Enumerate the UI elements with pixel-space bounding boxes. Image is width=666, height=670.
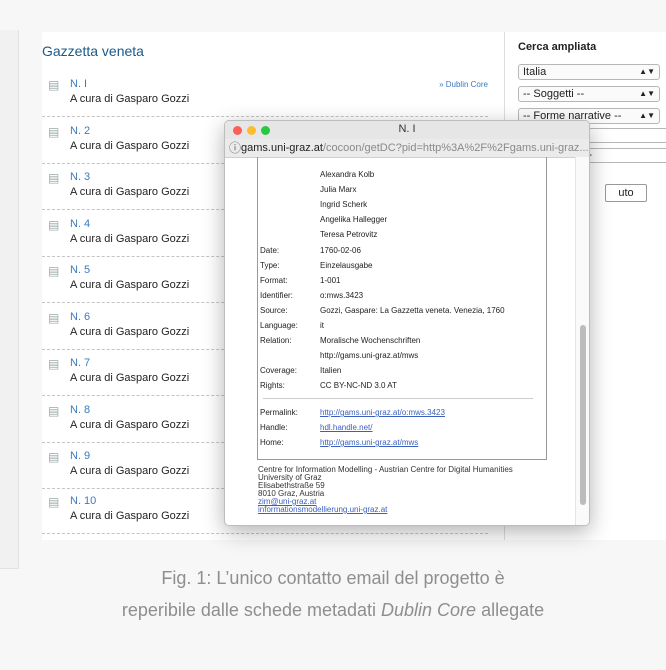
issue-editor: A cura di Gasparo Gozzi — [70, 233, 190, 245]
document-icon: ▤ — [48, 264, 60, 278]
caption-text: allegate — [476, 600, 545, 620]
issue-editor: A cura di Gasparo Gozzi — [70, 279, 190, 291]
divider — [42, 533, 488, 534]
contributor: Ingrid Scherk — [320, 200, 368, 209]
relation-url: http://gams.uni-graz.at/mws — [320, 351, 419, 360]
language-label: Language: — [260, 321, 298, 330]
issue-editor: A cura di Gasparo Gozzi — [70, 419, 190, 431]
divider — [42, 116, 488, 117]
issue-editor: A cura di Gasparo Gozzi — [70, 465, 190, 477]
contributor: Julia Marx — [320, 185, 357, 194]
coverage-value: Italien — [320, 366, 342, 375]
subjects-select[interactable]: -- Soggetti -- ▲▼ — [518, 86, 660, 102]
url-path: /cocoon/getDC?pid=http%3A%2F%2Fgams.uni-… — [322, 142, 590, 154]
home-link[interactable]: http://gams.uni-graz.at/mws — [320, 438, 418, 447]
select-value: -- Soggetti -- — [523, 88, 585, 100]
issue-editor: A cura di Gasparo Gozzi — [70, 510, 190, 522]
url-host: gams.uni-graz.at — [241, 142, 323, 154]
rights-value: CC BY-NC-ND 3.0 AT — [320, 381, 397, 390]
document-icon: ▤ — [48, 404, 60, 418]
sidebar-title: Cerca ampliata — [518, 41, 597, 53]
handle-link[interactable]: hdl.handle.net/ — [320, 423, 373, 432]
issue-link[interactable]: N. 7 — [70, 357, 90, 369]
document-icon: ▤ — [48, 357, 60, 371]
date-label: Date: — [260, 246, 280, 255]
issue-link[interactable]: N. 3 — [70, 171, 90, 183]
format-value: 1-001 — [320, 276, 341, 285]
footer-website-link[interactable]: informationsmodellierung.uni-graz.at — [258, 506, 387, 514]
issue-editor: A cura di Gasparo Gozzi — [70, 186, 190, 198]
issue-link[interactable]: N. 10 — [70, 495, 96, 507]
document-icon: ▤ — [48, 311, 60, 325]
source-value: Gozzi, Gaspare: La Gazzetta veneta. Vene… — [320, 306, 505, 315]
scrollbar[interactable] — [575, 157, 589, 525]
document-icon: ▤ — [48, 125, 60, 139]
issue-editor: A cura di Gasparo Gozzi — [70, 372, 190, 384]
figure-caption-line-2: reperibile dalle schede metadati Dublin … — [0, 600, 666, 621]
issue-link[interactable]: N. 9 — [70, 450, 90, 462]
handle-label: Handle: — [260, 423, 288, 432]
metadata-page: Alexandra Kolb Julia Marx Ingrid Scherk … — [225, 157, 589, 525]
issue-link[interactable]: N. 6 — [70, 311, 90, 323]
page-title: Gazzetta veneta — [42, 43, 144, 59]
window-title: N. I — [398, 123, 416, 135]
scrollbar-thumb[interactable] — [580, 325, 586, 505]
document-icon: ▤ — [48, 495, 60, 509]
relation-value: Moralische Wochenschriften — [320, 336, 421, 345]
issue-editor: A cura di Gasparo Gozzi — [70, 326, 190, 338]
window-titlebar[interactable]: N. I — [225, 121, 589, 139]
contributor: Alexandra Kolb — [320, 170, 375, 179]
document-icon: ▤ — [48, 218, 60, 232]
source-label: Source: — [260, 306, 288, 315]
rights-label: Rights: — [260, 381, 285, 390]
select-value: Italia — [523, 66, 547, 78]
info-icon[interactable]: ⓘ — [229, 139, 241, 157]
issue-editor: A cura di Gasparo Gozzi — [70, 140, 190, 152]
divider — [263, 398, 533, 399]
background-page-strip — [0, 30, 19, 569]
date-value: 1760-02-06 — [320, 246, 361, 255]
select-arrows-icon: ▲▼ — [639, 111, 655, 120]
document-icon: ▤ — [48, 171, 60, 185]
contributor: Teresa Petrovitz — [320, 230, 378, 239]
issue-link[interactable]: N. 5 — [70, 264, 90, 276]
permalink-label: Permalink: — [260, 408, 298, 417]
issue-link[interactable]: N. 8 — [70, 404, 90, 416]
relation-label: Relation: — [260, 336, 292, 345]
search-button[interactable]: uto — [605, 184, 647, 202]
address-url: gams.uni-graz.at/cocoon/getDC?pid=http%3… — [241, 139, 590, 157]
issue-editor: A cura di Gasparo Gozzi — [70, 93, 190, 105]
select-arrows-icon: ▲▼ — [639, 89, 655, 98]
select-arrows-icon: ▲▼ — [639, 67, 655, 76]
document-icon: ▤ — [48, 450, 60, 464]
permalink-link[interactable]: http://gams.uni-graz.at/o:mws.3423 — [320, 408, 445, 417]
home-label: Home: — [260, 438, 284, 447]
issue-link[interactable]: N. 2 — [70, 125, 90, 137]
document-icon: ▤ — [48, 78, 60, 92]
type-value: Einzelausgabe — [320, 261, 373, 270]
address-bar[interactable]: ⓘ gams.uni-graz.at/cocoon/getDC?pid=http… — [225, 139, 589, 158]
caption-text: reperibile dalle schede metadati — [121, 600, 382, 620]
identifier-label: Identifier: — [260, 291, 293, 300]
issue-link[interactable]: N. 4 — [70, 218, 90, 230]
dublin-core-link[interactable]: » Dublin Core — [439, 80, 488, 89]
type-label: Type: — [260, 261, 280, 270]
language-value: it — [320, 321, 324, 330]
format-label: Format: — [260, 276, 288, 285]
contributor: Angelika Hallegger — [320, 215, 388, 224]
coverage-label: Coverage: — [260, 366, 297, 375]
identifier-value: o:mws.3423 — [320, 291, 364, 300]
caption-italic-text: Dublin Core — [381, 600, 477, 620]
popup-window: N. I ⓘ gams.uni-graz.at/cocoon/getDC?pid… — [224, 120, 590, 526]
figure-caption-line-1: Fig. 1: L’unico contatto email del proge… — [161, 568, 505, 588]
issue-link[interactable]: N. I — [70, 78, 87, 90]
country-select[interactable]: Italia ▲▼ — [518, 64, 660, 80]
